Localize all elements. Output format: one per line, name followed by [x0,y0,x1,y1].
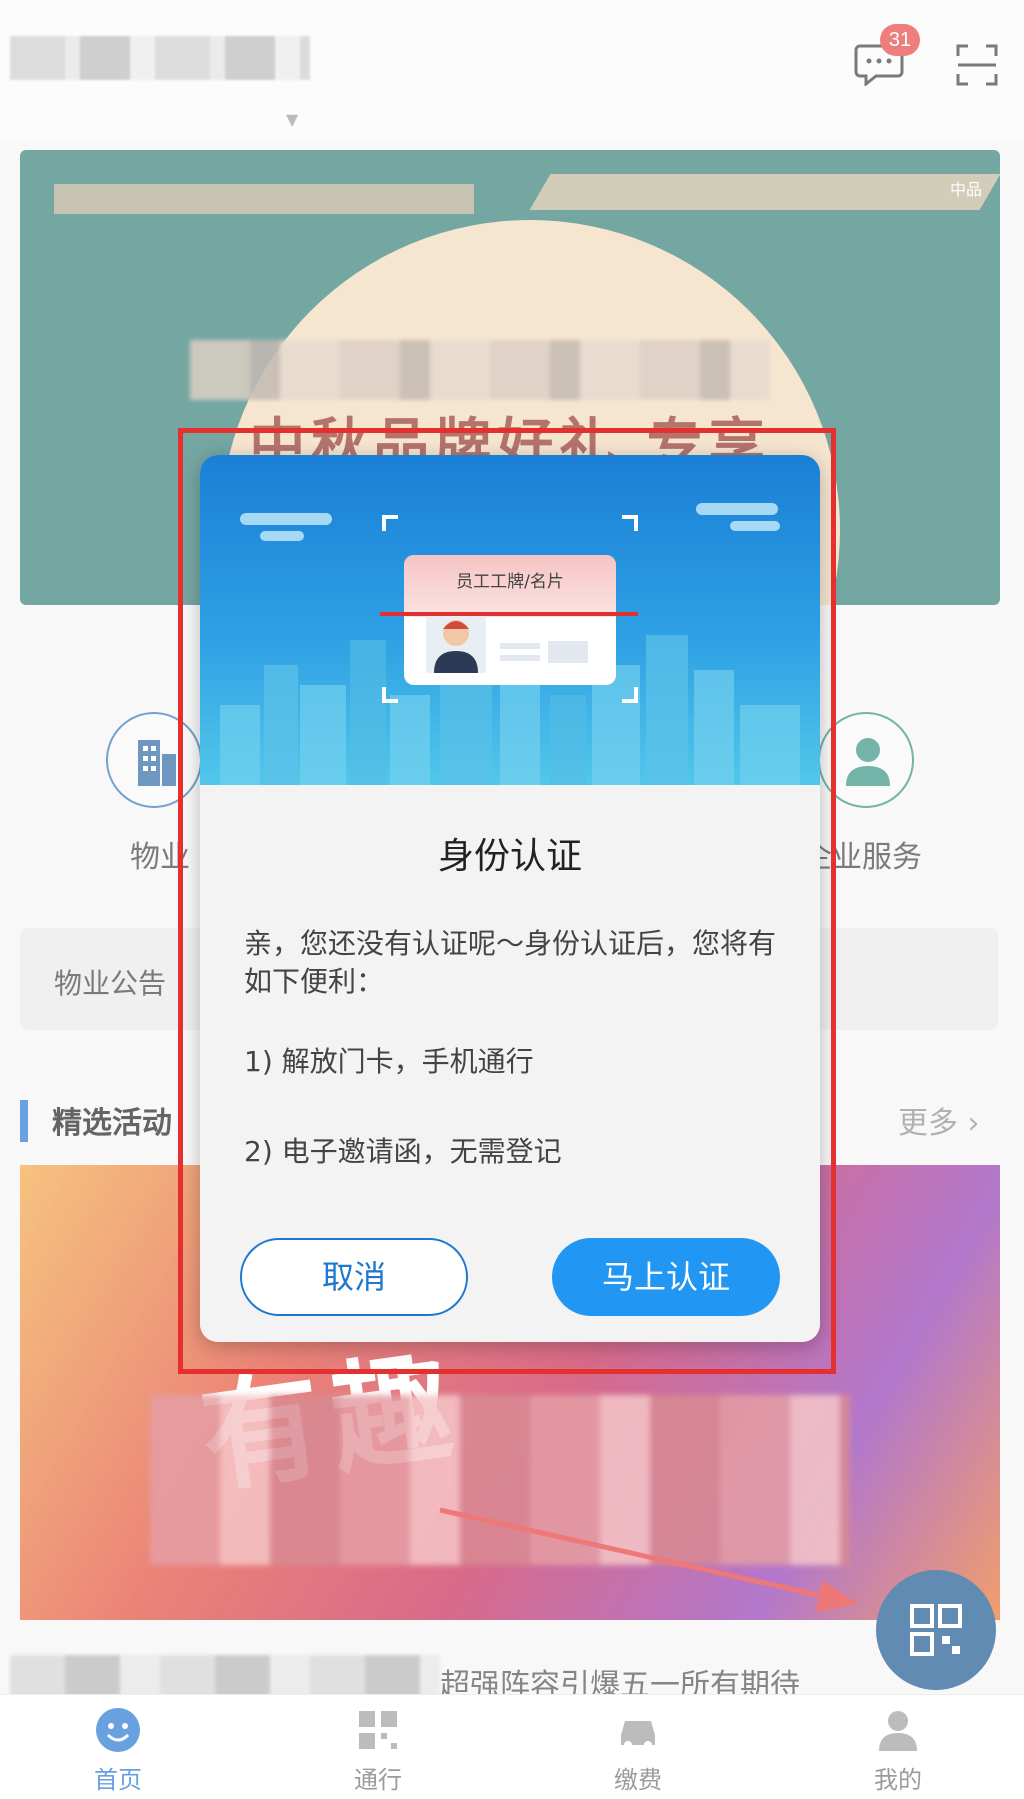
highlight-frame [178,428,836,1374]
